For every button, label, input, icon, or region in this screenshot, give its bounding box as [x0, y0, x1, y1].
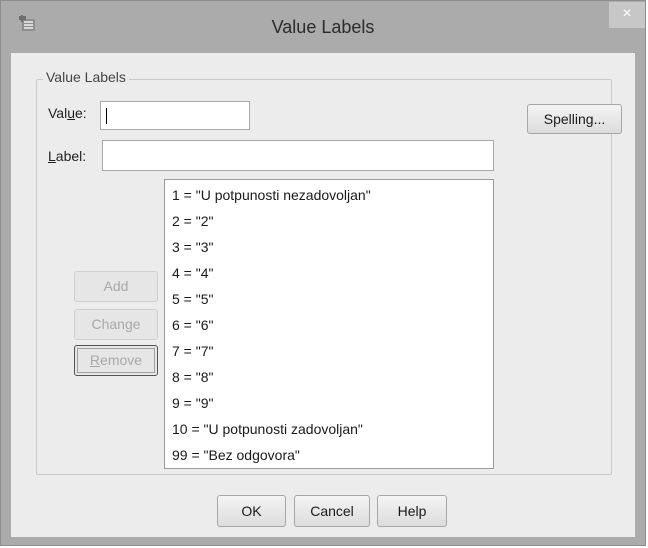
list-item[interactable]: 4 = "4"	[165, 260, 493, 286]
value-input[interactable]	[100, 101, 250, 130]
list-item[interactable]: 6 = "6"	[165, 312, 493, 338]
remove-button[interactable]: Remove	[74, 345, 158, 376]
label-field-label: Label:	[48, 148, 86, 164]
remove-label-accesskey: R	[89, 352, 101, 368]
dialog-body: Value Labels Value: Label: Spelling... A…	[11, 53, 635, 537]
label-input[interactable]	[102, 140, 494, 171]
help-button[interactable]: Help	[377, 495, 447, 527]
value-label-accesskey: u	[67, 105, 75, 121]
list-item[interactable]: 3 = "3"	[165, 234, 493, 260]
list-item[interactable]: 5 = "5"	[165, 286, 493, 312]
cancel-button[interactable]: Cancel	[294, 495, 370, 527]
value-label-post: e:	[75, 105, 87, 121]
label-label-post: abel:	[55, 148, 87, 164]
list-item[interactable]: 99 = "Bez odgovora"	[165, 442, 493, 468]
value-label-pre: Val	[48, 105, 68, 121]
group-legend: Value Labels	[43, 69, 129, 85]
spelling-button[interactable]: Spelling...	[527, 104, 622, 134]
dialog-title: Value Labels	[271, 17, 375, 37]
list-item[interactable]: 8 = "8"	[165, 364, 493, 390]
list-item[interactable]: 2 = "2"	[165, 208, 493, 234]
value-labels-list[interactable]: 1 = "U potpunosti nezadovoljan" 2 = "2" …	[164, 179, 494, 469]
list-item[interactable]: 10 = "U potpunosti zadovoljan"	[165, 416, 493, 442]
list-item[interactable]: 9 = "9"	[165, 390, 493, 416]
text-caret	[106, 108, 107, 124]
value-labels-dialog: Value Labels × Value Labels Value: Label…	[0, 0, 646, 546]
list-item[interactable]: 1 = "U potpunosti nezadovoljan"	[165, 182, 493, 208]
close-button[interactable]: ×	[609, 2, 645, 28]
value-field-label: Value:	[48, 105, 87, 121]
add-button[interactable]: Add	[74, 271, 158, 302]
title-bar[interactable]: Value Labels ×	[1, 1, 645, 53]
list-item[interactable]: 7 = "7"	[165, 338, 493, 364]
ok-button[interactable]: OK	[217, 495, 286, 527]
change-button[interactable]: Change	[74, 309, 158, 340]
remove-label-post: emove	[100, 352, 143, 368]
label-label-accesskey: L	[48, 148, 56, 164]
close-icon: ×	[622, 5, 632, 22]
